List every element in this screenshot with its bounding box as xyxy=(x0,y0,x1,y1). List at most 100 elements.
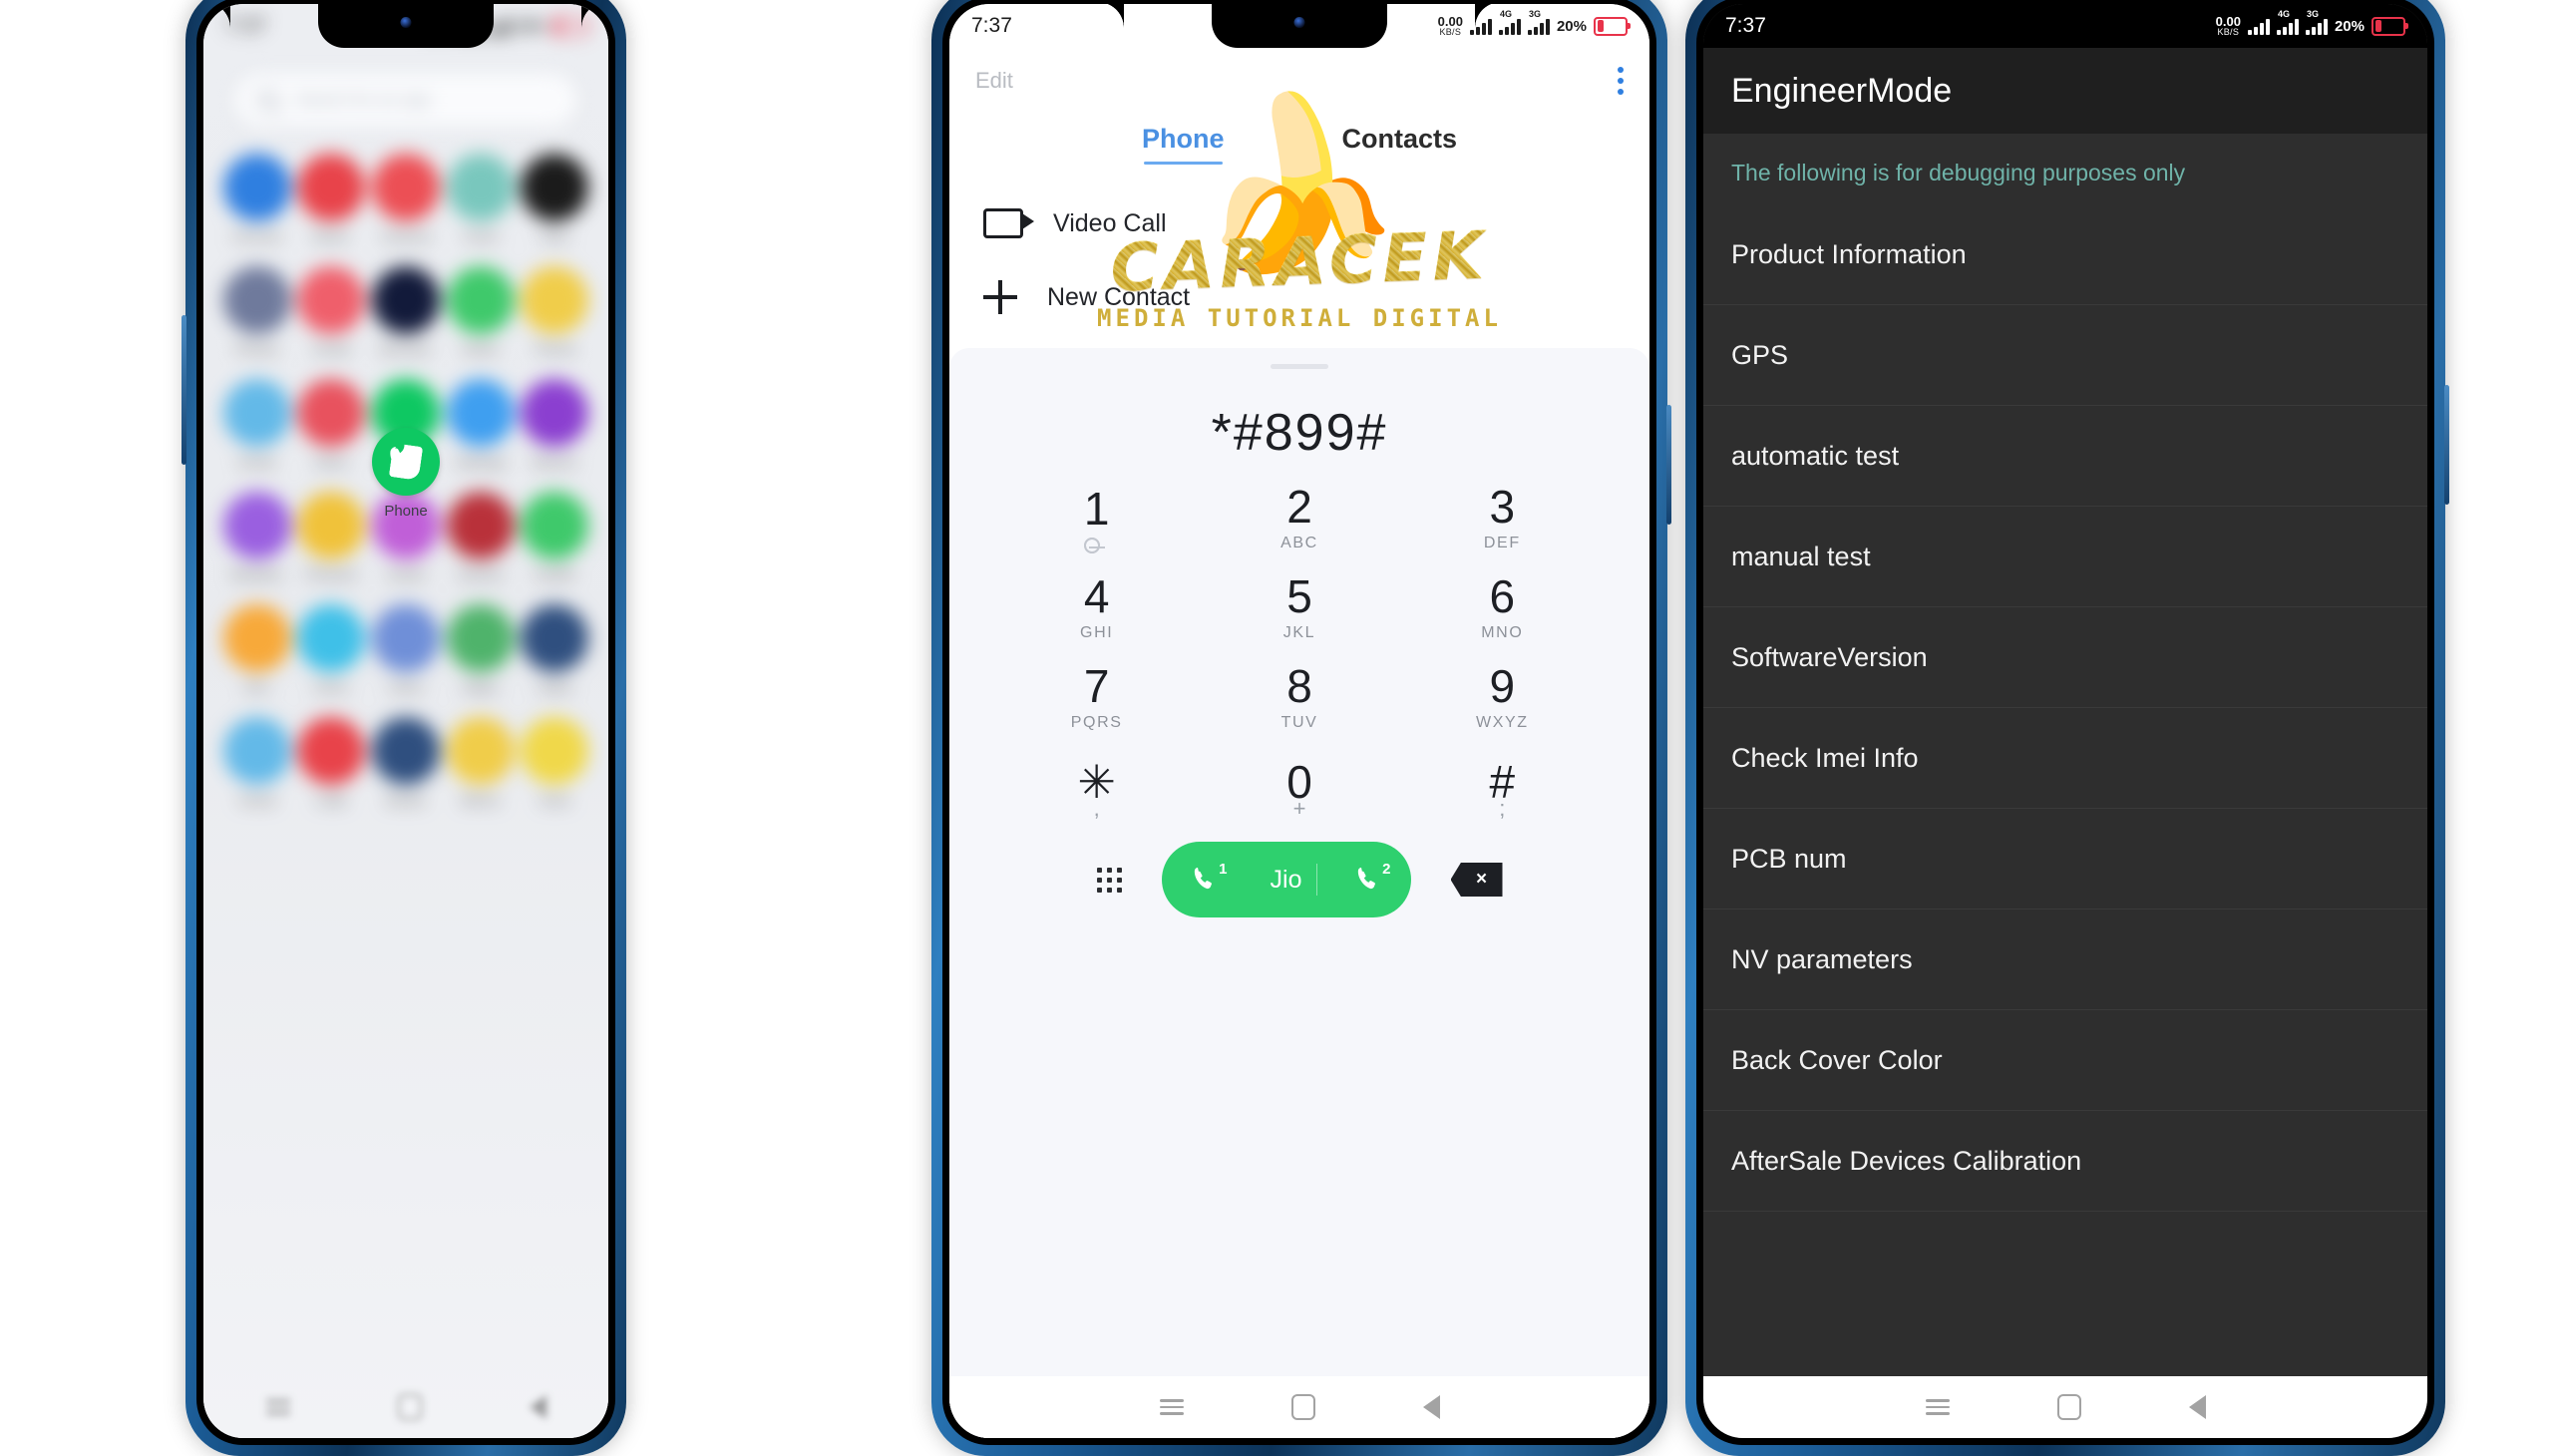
app-icon-11[interactable]: Store xyxy=(294,379,369,470)
battery-percent-3: 20% xyxy=(2334,17,2365,35)
app-icon-7[interactable]: Browser xyxy=(369,266,444,357)
back-icon-3[interactable] xyxy=(2188,1395,2206,1419)
app-icon-29[interactable]: Scan xyxy=(518,717,592,808)
app-icon-phone[interactable]: Phone xyxy=(372,428,440,520)
sheet-grabber[interactable] xyxy=(1271,364,1328,369)
app-icon-16[interactable]: Photos2 xyxy=(294,492,369,582)
more-options-icon[interactable] xyxy=(1618,67,1624,95)
app-icon-3[interactable]: Clock xyxy=(443,154,518,244)
dialpad-key-9[interactable]: 9 WXYZ xyxy=(1401,654,1604,740)
volume-button xyxy=(182,315,186,465)
app-glyph-icon xyxy=(371,717,440,785)
app-label: Files xyxy=(540,228,570,244)
edit-button[interactable]: Edit xyxy=(975,68,1013,94)
app-icon-13[interactable]: Settings xyxy=(443,379,518,470)
app-icon-22[interactable]: Voice xyxy=(369,604,444,695)
app-glyph-icon xyxy=(446,154,515,221)
dialpad-key-5[interactable]: 5 JKL xyxy=(1198,564,1400,650)
app-icon-21[interactable]: Drive xyxy=(294,604,369,695)
battery-icon-3 xyxy=(2371,16,2408,36)
app-icon-20[interactable]: Sun xyxy=(219,604,294,695)
app-label: Sun xyxy=(244,679,270,695)
app-icon-26[interactable]: Calls xyxy=(294,717,369,808)
app-icon-23[interactable]: Maps xyxy=(443,604,518,695)
engineer-mode-item[interactable]: PCB num xyxy=(1703,809,2427,910)
engineer-mode-item[interactable]: GPS xyxy=(1703,305,2427,406)
app-glyph-icon xyxy=(521,717,589,785)
status-time-1: 7:37 xyxy=(225,14,266,37)
engineer-mode-item[interactable]: manual test xyxy=(1703,507,2427,607)
app-drawer[interactable]: 7:37 0.00 KB/S 20% xyxy=(203,4,608,1438)
quick-action-video-call[interactable]: Video Call xyxy=(983,186,1616,260)
home-icon-2[interactable] xyxy=(1290,1394,1315,1420)
app-icon-14[interactable]: Music2 xyxy=(518,379,592,470)
dialpad-key-6[interactable]: 6 MNO xyxy=(1401,564,1604,650)
app-icon-18[interactable]: Games xyxy=(443,492,518,582)
recents-icon-3[interactable] xyxy=(1925,1395,1950,1419)
app-icon-8[interactable]: Notes xyxy=(443,266,518,357)
engineer-mode-item[interactable]: AfterSale Devices Calibration xyxy=(1703,1111,2427,1212)
dialpad-key-sublabel: MNO xyxy=(1481,623,1524,641)
dialpad-key-#[interactable]: #; xyxy=(1401,744,1604,830)
app-glyph-icon xyxy=(297,266,366,334)
dialpad-key-3[interactable]: 3 DEF xyxy=(1401,475,1604,560)
recents-icon-1[interactable] xyxy=(265,1395,290,1419)
app-icon-2[interactable]: Camera xyxy=(369,154,444,244)
app-label: Books xyxy=(386,792,426,808)
app-icon-0[interactable]: Chrome xyxy=(219,154,294,244)
app-icon-27[interactable]: Books xyxy=(369,717,444,808)
app-label: Notes xyxy=(462,341,499,357)
status-time-2: 7:37 xyxy=(971,14,1012,37)
dialed-number: *#899# xyxy=(1211,404,1388,462)
engineer-mode-item[interactable]: Check Imei Info xyxy=(1703,708,2427,809)
app-icon-1[interactable]: Music xyxy=(294,154,369,244)
app-glyph-icon xyxy=(297,717,366,785)
app-icon-15[interactable]: Weather xyxy=(219,492,294,582)
home-icon-1[interactable] xyxy=(397,1394,422,1420)
app-icon-28[interactable]: Memo xyxy=(443,717,518,808)
navbar-3 xyxy=(1703,1376,2427,1438)
app-icon-25[interactable]: Cloud xyxy=(219,717,294,808)
app-label-phone: Phone xyxy=(384,503,428,520)
app-glyph-icon xyxy=(297,379,366,447)
tab-phone[interactable]: Phone xyxy=(1142,124,1225,165)
dialpad-key-8[interactable]: 8 TUV xyxy=(1198,654,1400,740)
dialpad-key-0[interactable]: 0 + xyxy=(1198,744,1400,830)
dialpad-key-4[interactable]: 4 GHI xyxy=(995,564,1198,650)
dialpad-key-✳[interactable]: ✳, xyxy=(995,744,1198,830)
app-label: Calls xyxy=(315,792,347,808)
quick-action-new-contact[interactable]: New Contact xyxy=(983,260,1616,334)
engineer-mode-item[interactable]: NV parameters xyxy=(1703,910,2427,1010)
app-icon-4[interactable]: Files xyxy=(518,154,592,244)
back-icon-2[interactable] xyxy=(1422,1395,1440,1419)
app-label: Video xyxy=(537,679,573,695)
tab-contacts[interactable]: Contacts xyxy=(1342,124,1458,165)
app-glyph-icon xyxy=(222,379,291,447)
app-icon-19[interactable]: Health xyxy=(518,492,592,582)
power-button-3 xyxy=(2444,385,2449,505)
dialpad-key-7[interactable]: 7 PQRS xyxy=(995,654,1198,740)
engineer-mode-item[interactable]: Back Cover Color xyxy=(1703,1010,2427,1111)
app-icon-24[interactable]: Video xyxy=(518,604,592,695)
home-icon-3[interactable] xyxy=(2056,1394,2081,1420)
app-icon-5[interactable]: Photos xyxy=(219,266,294,357)
engineer-mode-item[interactable]: Product Information xyxy=(1703,204,2427,305)
call-button[interactable]: 1 Jio 2 xyxy=(1161,842,1411,917)
quick-actions: Video Call New Contact xyxy=(949,165,1649,334)
back-icon-1[interactable] xyxy=(529,1395,547,1419)
call-sim2-icon[interactable]: 2 xyxy=(1351,861,1391,897)
engineer-mode-item[interactable]: automatic test xyxy=(1703,406,2427,507)
dialpad-key-2[interactable]: 2 ABC xyxy=(1198,475,1400,560)
dialpad-key-1[interactable]: 1 xyxy=(995,475,1198,560)
app-icon-9[interactable]: Theme xyxy=(518,266,592,357)
phone-device-1: 7:37 0.00 KB/S 20% xyxy=(182,0,626,1456)
recents-icon-2[interactable] xyxy=(1159,1395,1184,1419)
dialpad-icon[interactable] xyxy=(1096,867,1122,893)
app-icon-6[interactable]: Gmail xyxy=(294,266,369,357)
search-input[interactable]: Search for an app xyxy=(235,74,576,126)
app-icon-10[interactable]: Email xyxy=(219,379,294,470)
engineer-mode-item[interactable]: SoftwareVersion xyxy=(1703,607,2427,708)
app-glyph-icon xyxy=(222,154,291,221)
search-icon xyxy=(257,89,279,111)
backspace-icon[interactable]: × xyxy=(1450,863,1503,897)
